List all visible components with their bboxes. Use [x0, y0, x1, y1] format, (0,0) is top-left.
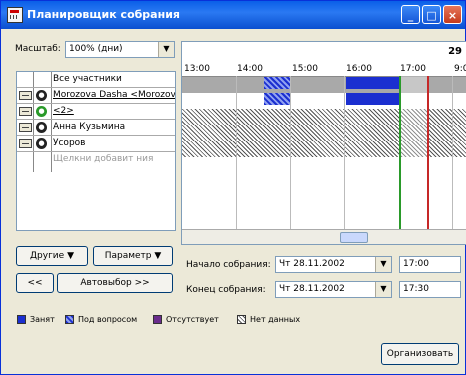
hour-label: 14:00 [237, 64, 263, 74]
attendee-list: Все участники ● Morozova Dasha <Morozova… [16, 71, 176, 231]
hour-label: 9:0 [454, 64, 466, 74]
meeting-end-marker[interactable] [427, 76, 429, 232]
legend-label: Занят [30, 315, 55, 324]
tentative-block [264, 77, 290, 89]
scale-label: Масштаб: [15, 44, 61, 54]
attendee-type-icon[interactable] [19, 139, 32, 148]
chevron-down-icon: ▼ [154, 251, 162, 261]
all-attendees-header: Все участники [53, 74, 122, 84]
options-button[interactable]: Параметр ▼ [93, 246, 173, 266]
hour-label: 17:00 [400, 64, 426, 74]
hour-gridline [344, 76, 345, 236]
free-busy-timeline[interactable]: 29 13:00 14:00 15:00 16:00 17:00 9:0 [181, 41, 466, 245]
tentative-block [264, 93, 290, 105]
scale-select[interactable]: 100% (дни) ▼ [65, 41, 175, 58]
required-attendee-icon[interactable]: ● [36, 138, 47, 149]
meeting-start-marker[interactable] [399, 76, 401, 232]
legend-label: Под вопросом [78, 315, 138, 324]
no-data-swatch [237, 315, 246, 324]
legend-label: Нет данных [250, 315, 301, 324]
app-icon [7, 7, 23, 23]
start-date-select[interactable]: Чт 28.11.2002 ▼ [275, 256, 392, 273]
start-time-select[interactable]: 17:00 [399, 256, 461, 273]
attendee-row[interactable]: ● <2> [17, 104, 175, 120]
hour-label: 15:00 [292, 64, 318, 74]
chevron-down-icon[interactable]: ▼ [158, 42, 174, 57]
meeting-selection[interactable] [400, 76, 427, 232]
attendee-type-icon[interactable] [19, 91, 32, 100]
window-title: Планировщик собрания [27, 8, 180, 21]
autopick-button[interactable]: Автовыбор >> [57, 273, 173, 293]
end-label: Конец собрания: [186, 285, 266, 295]
options-label: Параметр [104, 251, 152, 261]
end-date-select[interactable]: Чт 28.11.2002 ▼ [275, 281, 392, 298]
scale-value: 100% (дни) [69, 44, 123, 54]
add-attendee-row[interactable]: Щелкни добавит ния [17, 152, 175, 168]
attendee-name[interactable]: <2> [53, 106, 74, 116]
busy-block [346, 77, 400, 89]
busy-swatch [17, 315, 26, 324]
hour-label: 16:00 [346, 64, 372, 74]
out-of-office-swatch [153, 315, 162, 324]
organize-button[interactable]: Организовать [381, 343, 459, 365]
required-attendee-icon[interactable]: ● [36, 90, 47, 101]
chevron-down-icon[interactable]: ▼ [375, 282, 391, 297]
attendee-row[interactable]: ● Morozova Dasha <Morozova [17, 88, 175, 104]
attendee-row[interactable]: ● Анна Кузьмина [17, 120, 175, 136]
required-attendee-icon[interactable]: ● [36, 122, 47, 133]
attendee-header-row: Все участники [17, 72, 175, 88]
attendee-type-icon[interactable] [19, 107, 32, 116]
attendee-type-icon[interactable] [19, 123, 32, 132]
attendee-name[interactable]: Morozova Dasha <Morozova [53, 90, 175, 100]
maximize-button[interactable]: □ [422, 5, 441, 24]
attendee-row[interactable]: ● Усоров [17, 136, 175, 152]
chevron-down-icon[interactable]: ▼ [375, 257, 391, 272]
optional-attendee-icon[interactable]: ● [36, 106, 47, 117]
end-time-value: 17:30 [403, 284, 429, 294]
minimize-button[interactable]: _ [401, 5, 420, 24]
add-attendee-placeholder[interactable]: Щелкни добавит ния [53, 154, 153, 164]
previous-slot-button[interactable]: << [16, 273, 54, 293]
others-button[interactable]: Другие ▼ [16, 246, 88, 266]
attendee-name[interactable]: Усоров [53, 138, 85, 148]
title-bar[interactable]: Планировщик собрания _ □ × [1, 1, 465, 29]
hour-gridline [452, 76, 453, 236]
start-date-value: Чт 28.11.2002 [279, 259, 345, 269]
hour-label: 13:00 [184, 64, 210, 74]
meeting-planner-window: Планировщик собрания _ □ × Масштаб: 100%… [0, 0, 466, 375]
scrollbar-thumb[interactable] [340, 232, 368, 243]
end-time-select[interactable]: 17:30 [399, 281, 461, 298]
tentative-swatch [65, 315, 74, 324]
legend-label: Отсутствует [166, 315, 219, 324]
start-label: Начало собрания: [186, 260, 271, 270]
horizontal-scrollbar[interactable] [182, 229, 466, 244]
attendee-name[interactable]: Анна Кузьмина [53, 122, 125, 132]
hour-gridline [236, 76, 237, 236]
others-label: Другие [30, 251, 65, 261]
chevron-down-icon: ▼ [67, 251, 74, 261]
time-header: 13:00 14:00 15:00 16:00 17:00 9:0 [182, 42, 466, 77]
busy-block [346, 93, 400, 105]
start-time-value: 17:00 [403, 259, 429, 269]
hour-gridline [290, 76, 291, 236]
close-button[interactable]: × [443, 5, 462, 24]
end-date-value: Чт 28.11.2002 [279, 284, 345, 294]
